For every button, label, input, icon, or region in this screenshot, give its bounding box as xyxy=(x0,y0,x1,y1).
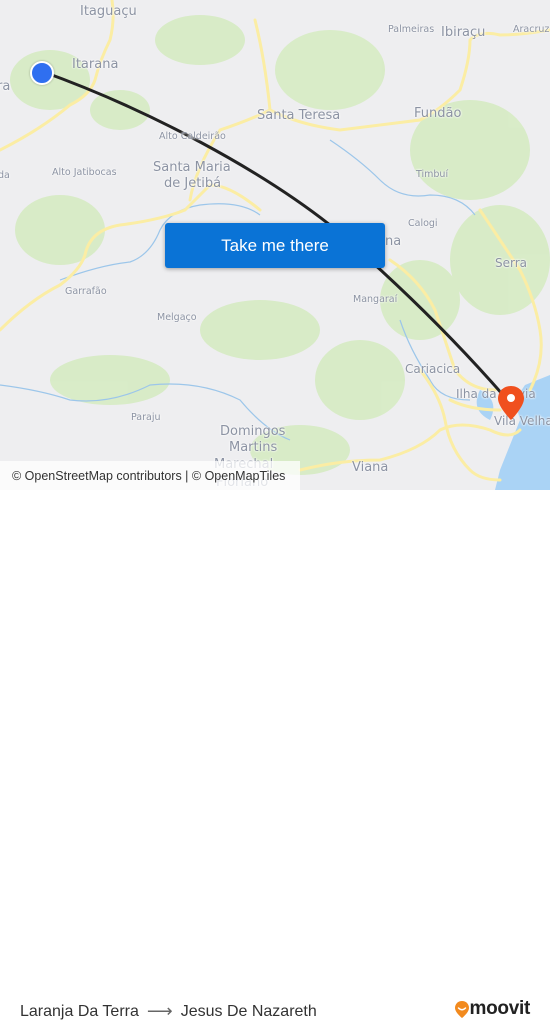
place-label: Martins xyxy=(229,440,278,455)
footer: Laranja Da Terra ⟶ Jesus De Nazareth moo… xyxy=(0,490,550,1021)
place-label: Melgaço xyxy=(157,312,197,323)
place-label: ra xyxy=(0,79,11,94)
origin-name: Laranja Da Terra xyxy=(20,1002,139,1020)
place-label: de Jetibá xyxy=(164,176,222,191)
forest-area xyxy=(200,300,320,360)
map-attribution[interactable]: © OpenStreetMap contributors | © OpenMap… xyxy=(0,461,300,490)
place-label: Itarana xyxy=(72,57,119,72)
place-label: Cariacica xyxy=(405,362,461,376)
moovit-pin-icon xyxy=(454,1000,469,1018)
place-label: na xyxy=(385,234,402,249)
place-label: Paraju xyxy=(131,412,161,423)
road xyxy=(253,18,272,112)
forest-area xyxy=(15,195,105,265)
route-summary: Laranja Da Terra ⟶ Jesus De Nazareth xyxy=(20,1001,317,1022)
place-label: Ibiraçu xyxy=(441,25,486,40)
place-label: Alto Jatibocas xyxy=(52,167,117,178)
forest-area xyxy=(275,30,385,110)
place-label: Santa Teresa xyxy=(257,108,341,123)
forest-area xyxy=(315,340,405,420)
origin-marker[interactable] xyxy=(30,61,54,85)
place-label: Mangaraí xyxy=(353,294,398,305)
place-label: Calogi xyxy=(408,218,438,229)
arrow-right-icon: ⟶ xyxy=(146,1001,173,1021)
place-label: da xyxy=(0,170,10,181)
place-label: Palmeiras xyxy=(388,24,435,35)
place-label: Alto Caldeirão xyxy=(159,131,226,142)
place-label: Aracruz xyxy=(513,24,550,35)
take-me-there-button[interactable]: Take me there xyxy=(165,223,385,268)
map[interactable]: Itaguaçu Itarana ra Alto Caldeirão Santa… xyxy=(0,0,550,490)
destination-name: Jesus De Nazareth xyxy=(180,1002,317,1020)
moovit-wordmark: moovit xyxy=(469,998,531,1019)
place-label: Domingos xyxy=(220,424,286,439)
place-label: Timbuí xyxy=(416,169,449,180)
place-label: Santa Maria xyxy=(153,160,231,175)
place-label: Fundão xyxy=(414,106,462,121)
forest-area xyxy=(155,15,245,65)
destination-pin-icon[interactable] xyxy=(497,385,525,421)
place-label: Serra xyxy=(495,256,528,270)
place-label: Itaguaçu xyxy=(80,4,137,19)
moovit-logo[interactable]: moovit xyxy=(454,998,530,1020)
forest-area xyxy=(90,90,150,130)
place-label: Viana xyxy=(352,460,389,475)
forest-area xyxy=(50,355,170,405)
place-label: Garrafão xyxy=(65,286,107,297)
